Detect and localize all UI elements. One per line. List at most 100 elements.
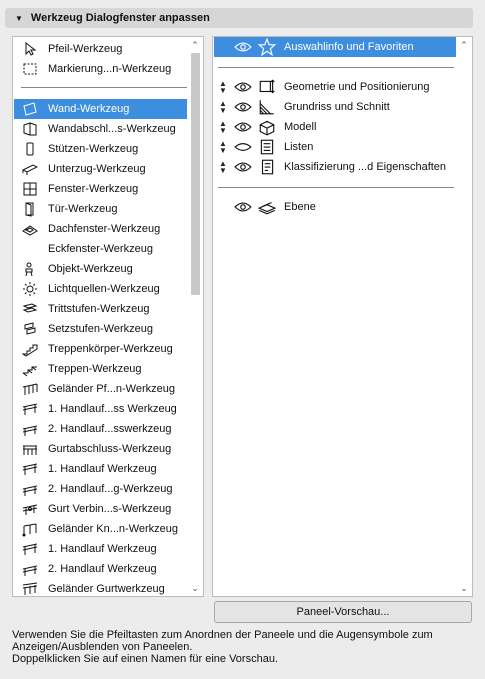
railing-post-icon [22,381,38,397]
panel-list-scrollbar[interactable]: ⌃ ⌄ [458,37,470,596]
tool-list-item[interactable]: Setzstufen-Werkzeug [14,319,187,339]
panel-list-item-label: Listen [284,141,314,153]
tool-list-item[interactable]: 2. Handlauf...g-Werkzeug [14,479,187,499]
eye-open-icon[interactable] [234,118,252,136]
tool-list-item[interactable]: Treppen-Werkzeug [14,359,187,379]
star-icon [258,38,276,56]
tool-list-item-label: 2. Handlauf Werkzeug [48,563,157,575]
tool-list-item[interactable]: Unterzug-Werkzeug [14,159,187,179]
panel-list-item-label: Auswahlinfo und Favoriten [284,41,414,53]
panel-list-item[interactable]: ▲ ▼ Modell [214,117,456,137]
tool-list-scrollbar[interactable]: ⌃ ⌄ [189,37,201,596]
tool-list-item-label: 1. Handlauf Werkzeug [48,543,157,555]
geometry-icon [258,78,276,96]
scroll-up-icon[interactable]: ⌃ [189,39,201,51]
tool-list-item-label: Gurtabschluss-Werkzeug [48,443,172,455]
listing-icon [258,138,276,156]
handrail-icon [22,401,38,417]
tool-list-item[interactable]: Wand-Werkzeug [14,99,187,119]
reorder-arrows-icon[interactable]: ▲ ▼ [218,140,228,155]
list-separator [21,87,187,88]
eye-open-icon[interactable] [234,98,252,116]
tool-list-item[interactable]: 1. Handlauf Werkzeug [14,459,187,479]
blank-icon [22,241,38,257]
panel-list-item-label: Klassifizierung ...d Eigenschaften [284,161,447,173]
panel-header[interactable]: ▼ Werkzeug Dialogfenster anpassen [5,8,473,28]
tool-list-item[interactable]: Wandabschl...s-Werkzeug [14,119,187,139]
list-separator [218,187,454,188]
tool-list-item[interactable]: 1. Handlauf...ss Werkzeug [14,399,187,419]
panel-list-item[interactable]: Auswahlinfo und Favoriten [214,37,456,57]
handrail-icon [22,541,38,557]
tool-list-item[interactable]: Lichtquellen-Werkzeug [14,279,187,299]
scroll-up-icon[interactable]: ⌃ [458,39,470,51]
reorder-arrows-icon[interactable]: ▲ ▼ [218,80,228,95]
scroll-down-icon[interactable]: ⌄ [458,582,470,594]
tool-list-item[interactable]: Dachfenster-Werkzeug [14,219,187,239]
panel-list-item[interactable]: ▲ ▼ Listen [214,137,456,157]
tool-list[interactable]: ⌃ ⌄ Pfeil-Werkzeug Markierung...n-Werkzeu… [12,36,204,597]
tool-list-item[interactable]: Geländer Pf...n-Werkzeug [14,379,187,399]
tool-list-item[interactable]: Tür-Werkzeug [14,199,187,219]
tool-list-item[interactable]: Pfeil-Werkzeug [14,39,187,59]
tool-list-item[interactable]: Geländer Kn...n-Werkzeug [14,519,187,539]
tread-icon [22,301,38,317]
tool-list-item-label: 2. Handlauf...g-Werkzeug [48,483,173,495]
tool-list-item[interactable]: Fenster-Werkzeug [14,179,187,199]
tool-list-item[interactable]: Gurt Verbin...s-Werkzeug [14,499,187,519]
handrail2-icon [22,561,38,577]
eye-closed-icon[interactable] [234,138,252,156]
eye-open-icon[interactable] [234,198,252,216]
reorder-arrows-icon[interactable]: ▲ ▼ [218,160,228,175]
panel-list-item-label: Grundriss und Schnitt [284,101,390,113]
tool-list-item-label: Gurt Verbin...s-Werkzeug [48,503,172,515]
rail-connection-icon [22,501,38,517]
list-separator [218,67,454,68]
marquee-icon [22,61,38,77]
tool-list-item[interactable]: 1. Handlauf Werkzeug [14,539,187,559]
wall-icon [22,101,38,117]
hint-line: Verwenden Sie die Pfeiltasten zum Anordn… [12,629,433,641]
tool-list-item-label: Fenster-Werkzeug [48,183,139,195]
wall-end-icon [22,121,38,137]
reorder-arrows-icon[interactable]: ▲ ▼ [218,100,228,115]
tool-list-item[interactable]: Stützen-Werkzeug [14,139,187,159]
eye-open-icon[interactable] [234,158,252,176]
tool-list-item-label: Unterzug-Werkzeug [48,163,146,175]
tool-list-item-label: Tür-Werkzeug [48,203,118,215]
scroll-down-icon[interactable]: ⌄ [189,582,201,594]
panel-list[interactable]: ⌃ ⌄ Auswahlinfo und Favoriten ▲ ▼ Geometrie… [212,36,473,597]
tool-list-item[interactable]: Objekt-Werkzeug [14,259,187,279]
tool-list-item[interactable]: Markierung...n-Werkzeug [14,59,187,79]
panel-list-item-label: Geometrie und Positionierung [284,81,430,93]
scroll-thumb[interactable] [191,53,200,295]
tool-list-item[interactable]: Treppenkörper-Werkzeug [14,339,187,359]
tool-list-item-label: Eckfenster-Werkzeug [48,243,153,255]
panel-list-item[interactable]: ▲ ▼ Geometrie und Positionierung [214,77,456,97]
tool-list-item[interactable]: Eckfenster-Werkzeug [14,239,187,259]
tool-list-item-label: 1. Handlauf...ss Werkzeug [48,403,177,415]
floorplan-icon [258,98,276,116]
tool-list-item[interactable]: Trittstufen-Werkzeug [14,299,187,319]
handrail2-icon [22,421,38,437]
reorder-arrows-icon[interactable]: ▲ ▼ [218,120,228,135]
railing-node-icon [22,521,38,537]
riser-icon [22,321,38,337]
tool-list-item[interactable]: Geländer Gurtwerkzeug [14,579,187,596]
tool-list-item-label: Stützen-Werkzeug [48,143,139,155]
eye-open-icon[interactable] [234,38,252,56]
tool-list-item-label: Setzstufen-Werkzeug [48,323,153,335]
handrail2-icon [22,481,38,497]
classification-icon [258,158,276,176]
collapse-triangle-icon[interactable]: ▼ [15,14,23,23]
window-icon [22,181,38,197]
eye-open-icon[interactable] [234,78,252,96]
tool-list-item-label: Treppenkörper-Werkzeug [48,343,173,355]
panel-list-item[interactable]: ▲ ▼ Klassifizierung ...d Eigenschaften [214,157,456,177]
tool-list-item[interactable]: Gurtabschluss-Werkzeug [14,439,187,459]
panel-preview-button[interactable]: Paneel-Vorschau... [214,601,472,623]
panel-list-item[interactable]: Ebene [214,197,456,217]
tool-list-item[interactable]: 2. Handlauf Werkzeug [14,559,187,579]
panel-list-item[interactable]: ▲ ▼ Grundriss und Schnitt [214,97,456,117]
tool-list-item[interactable]: 2. Handlauf...sswerkzeug [14,419,187,439]
